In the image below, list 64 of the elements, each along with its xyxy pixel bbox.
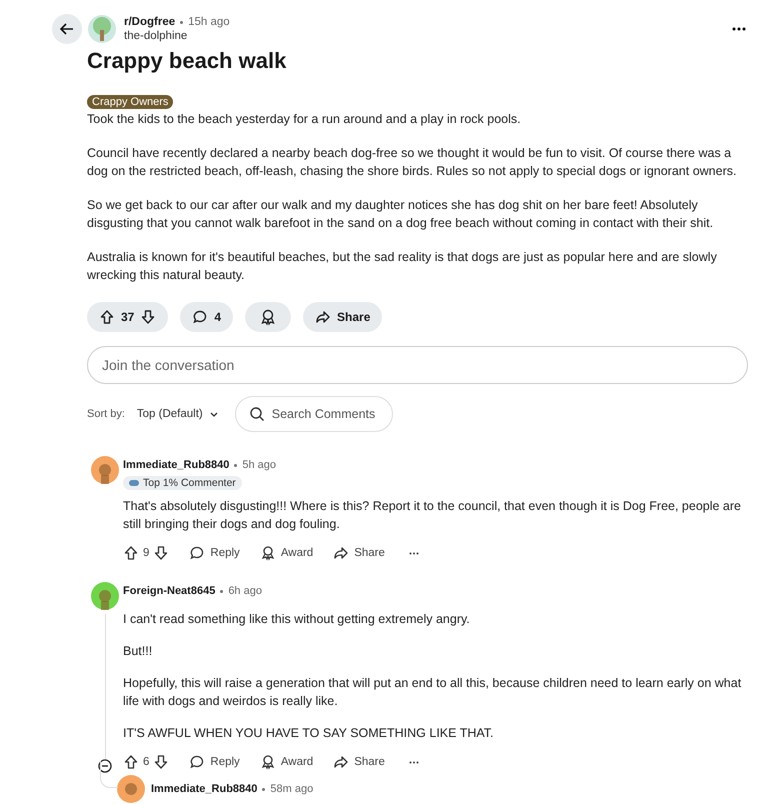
comment-text: I can't read something like this without getting extremely angry. (123, 611, 471, 628)
downvote-icon[interactable] (153, 545, 170, 561)
comment-text: IT'S AWFUL WHEN YOU HAVE TO SAY SOMETHING LIKE THAT. (123, 725, 495, 742)
post-time: 15h ago (188, 15, 230, 29)
upvote-icon[interactable] (123, 754, 139, 770)
search-comments-field[interactable]: Search Comments (234, 396, 393, 432)
award-icon[interactable] (245, 302, 292, 332)
reply-button[interactable]: Reply (189, 545, 240, 561)
user-flair: Top 1% Commenter (123, 476, 242, 490)
post-paragraph: So we get back to our car after our walk and my daughter notices she has dog shit on her bare feet! Absolutely disgusting that you cannot walk barefoot in the sand on a dog free beach without coming in contact with their shit. (87, 197, 714, 232)
share-button[interactable]: Share (333, 545, 385, 561)
share-button[interactable]: Share (333, 754, 385, 770)
comment-text: But!!! (123, 643, 154, 660)
comment-text: That's absolutely disgusting!!! Where is this? Report it to the council, that even though it is Dog Free, people are still bringing their dogs and dog fouling. (123, 498, 742, 533)
comment-author[interactable]: Foreign-Neat8645 (123, 585, 216, 597)
separator-dot (234, 464, 238, 466)
comment-time: 6h ago (228, 585, 262, 597)
more-options-icon[interactable] (408, 552, 419, 554)
reply-button[interactable]: Reply (189, 754, 240, 770)
comment-author[interactable]: Immediate_Rub8840 (123, 459, 230, 471)
more-options-icon[interactable] (408, 760, 419, 764)
award-button[interactable]: Award (260, 545, 314, 561)
subreddit-link[interactable]: r/Dogfree (124, 15, 176, 29)
back-arrow-icon (59, 21, 75, 37)
comment-text: Hopefully, this will raise a generation that will put an end to all this, because children need to learn early on what life with dogs and weirdos is really like. (123, 675, 742, 710)
sort-dropdown[interactable]: Top (Default) (136, 408, 219, 420)
share-icon (333, 754, 350, 770)
upvote-icon[interactable] (123, 545, 139, 561)
sort-label: Sort by: (87, 408, 125, 420)
more-options-icon[interactable] (732, 27, 746, 31)
post-title: Crappy beach walk (87, 48, 288, 74)
comment-icon (192, 309, 208, 325)
downvote-icon[interactable] (153, 754, 170, 770)
subreddit-avatar-icon (88, 15, 116, 43)
downvote-icon[interactable] (140, 309, 156, 325)
vote-count: 9 (143, 547, 150, 559)
post-paragraph: Took the kids to the beach yesterday for a run around and a play in rock pools. (87, 111, 522, 128)
post-author[interactable]: the-dolphine (124, 29, 732, 43)
award-icon (260, 754, 276, 770)
share-icon (333, 545, 350, 561)
comment-time: 5h ago (242, 459, 276, 471)
share-button[interactable]: Share (303, 302, 382, 332)
comment-author[interactable]: Immediate_Rub8840 (151, 783, 258, 795)
comments-button[interactable]: 4 (180, 302, 234, 332)
separator-dot (220, 590, 224, 592)
comment-icon (189, 545, 206, 561)
back-button[interactable] (52, 14, 82, 44)
post-paragraph: Australia is known for it's beautiful beaches, but the sad reality is that dogs are just as popular here and are slowly wrecking this natural beauty. (87, 249, 718, 284)
award-button[interactable]: Award (260, 754, 314, 770)
separator-dot (262, 788, 266, 790)
comment-time: 58m ago (270, 783, 314, 795)
collapse-icon[interactable] (98, 759, 112, 773)
post-paragraph: Council have recently declared a nearby beach dog-free so we thought it would be fun to visit. Of course there was a dog on the restricted beach, off-leash, chasing the shore birds. Rules so not apply to special dogs or ignorant owners. (87, 145, 738, 180)
search-icon (248, 406, 265, 422)
award-icon (260, 545, 276, 561)
vote-count: 6 (143, 756, 150, 768)
vote-count: 37 (121, 310, 134, 324)
share-icon (315, 309, 332, 325)
post-flair: Crappy Owners (87, 95, 174, 109)
separator-dot (180, 20, 184, 24)
upvote-icon[interactable] (99, 309, 115, 325)
comment-input-field[interactable]: Join the conversation (87, 346, 748, 384)
badge-icon (129, 479, 139, 487)
comment-icon (189, 754, 206, 770)
